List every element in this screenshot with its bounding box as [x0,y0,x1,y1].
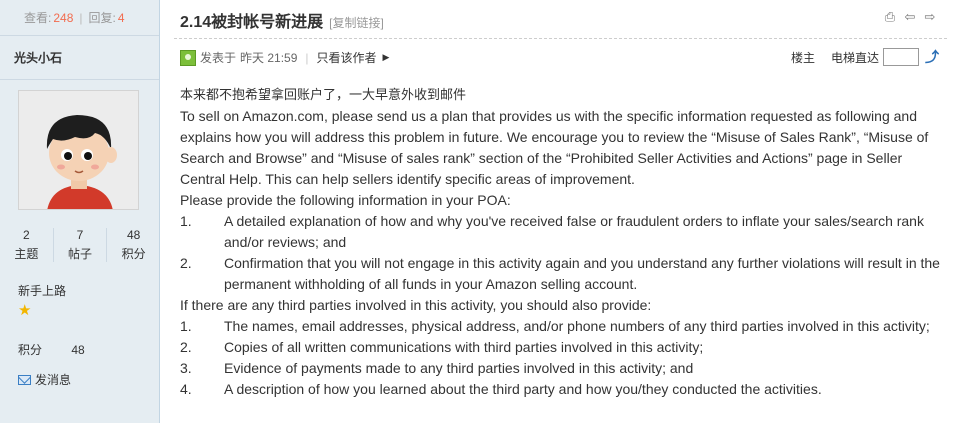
list-item: 1. A detailed explanation of how and why… [180,211,945,253]
list-item: 2. Copies of all written communications … [180,337,945,358]
send-message-link[interactable]: 发消息 [18,371,71,388]
chevron-right-icon[interactable]: ▶ [383,52,390,63]
list-item-number: 3. [180,360,192,376]
author-only-link[interactable]: 只看该作者 [317,49,377,66]
online-status-icon [180,49,196,66]
list-item-text: The names, email addresses, physical add… [224,318,930,334]
stats-separator: | [79,10,83,25]
posted-label: 发表于 [200,51,237,65]
list-item: 3. Evidence of payments made to any thir… [180,358,945,379]
list-item-text: A detailed explanation of how and why yo… [224,213,924,250]
count-threads-label: 主题 [14,247,39,261]
print-icon[interactable]: ⎙ [883,10,897,24]
floor-label[interactable]: 楼主 [791,49,815,66]
post-paragraph: 本来都不抱希望拿回账户了，一大早意外收到邮件 [180,88,467,103]
list-item: 4. A description of how you learned abou… [180,379,945,400]
envelope-icon [18,374,31,385]
page-title: 2.14被封帐号新进展 [180,14,324,31]
list-item-number: 1. [180,318,192,334]
thread-tools: ⎙ ⇦ ⇨ [883,10,937,24]
replies-label: 回复: [88,11,116,25]
replies-count: 4 [117,10,125,25]
count-points-label: 积分 [121,247,146,261]
next-thread-icon[interactable]: ⇨ [923,10,937,24]
count-posts-value: 7 [76,228,84,242]
list-item-text: Evidence of payments made to any third p… [224,360,694,376]
floor-jump-input[interactable] [883,48,919,66]
list-item: 1. The names, email addresses, physical … [180,316,945,337]
list-item-number: 2. [180,339,192,355]
count-points-value: 48 [127,228,141,242]
views-count: 248 [53,10,74,25]
avatar-image [19,91,138,209]
post-paragraph: To sell on Amazon.com, please send us a … [180,108,929,187]
count-threads[interactable]: 2 主题 [0,228,53,262]
floor-tools: 楼主 电梯直达 ⤴ [791,47,939,67]
post-title-row: 2.14被封帐号新进展 [复制链接] [180,8,384,32]
avatar[interactable] [18,90,139,210]
rank-title[interactable]: 新手上路 [18,282,66,299]
user-counts: 2 主题 7 帖子 48 积分 [0,228,160,262]
list-item-text: A description of how you learned about t… [224,381,822,397]
post-paragraph: If there are any third parties involved … [180,297,652,313]
elevator-label: 电梯直达 [830,50,879,65]
post-main: 2.14被封帐号新进展 [复制链接] ⎙ ⇦ ⇨ 发表于 昨天 21:59 | … [160,0,955,423]
list-item-number: 4. [180,381,192,397]
count-posts[interactable]: 7 帖子 [52,228,107,262]
username[interactable]: 光头小石 [0,36,159,80]
list-item-text: Copies of all written communications wit… [224,339,704,355]
post-content: 本来都不抱希望拿回账户了，一大早意外收到邮件 To sell on Amazon… [180,85,945,400]
title-divider [174,38,947,39]
count-threads-value: 2 [22,228,30,242]
points-value: 48 [71,343,85,357]
author-sidebar: 查看: 248 | 回复: 4 光头小石 2 主题 7 帖子 48 积分 新手上… [0,0,160,423]
count-posts-label: 帖子 [68,247,93,261]
list-item-number: 1. [180,213,192,229]
list-item-text: Confirmation that you will not engage in… [224,255,940,292]
count-points[interactable]: 48 积分 [106,228,160,262]
prev-thread-icon[interactable]: ⇦ [903,10,917,24]
send-message-label: 发消息 [35,373,72,387]
meta-separator: | [305,50,309,65]
posted-time: 昨天 21:59 [240,51,298,65]
copy-link-button[interactable]: [复制链接] [329,14,384,31]
thread-stats: 查看: 248 | 回复: 4 [0,0,159,36]
points-label: 积分 [18,343,43,357]
list-item-number: 2. [180,255,192,271]
forum-post-page: 查看: 248 | 回复: 4 光头小石 2 主题 7 帖子 48 积分 新手上… [0,0,955,423]
list-item: 2. Confirmation that you will not engage… [180,253,945,295]
go-icon[interactable]: ⤴ [925,47,939,67]
star-icon: ★ [18,302,32,319]
views-label: 查看: [24,11,52,25]
post-meta: 发表于 昨天 21:59 | 只看该作者 ▶ [180,49,389,66]
post-paragraph: Please provide the following information… [180,192,511,208]
points-row: 积分 48 [18,341,85,358]
